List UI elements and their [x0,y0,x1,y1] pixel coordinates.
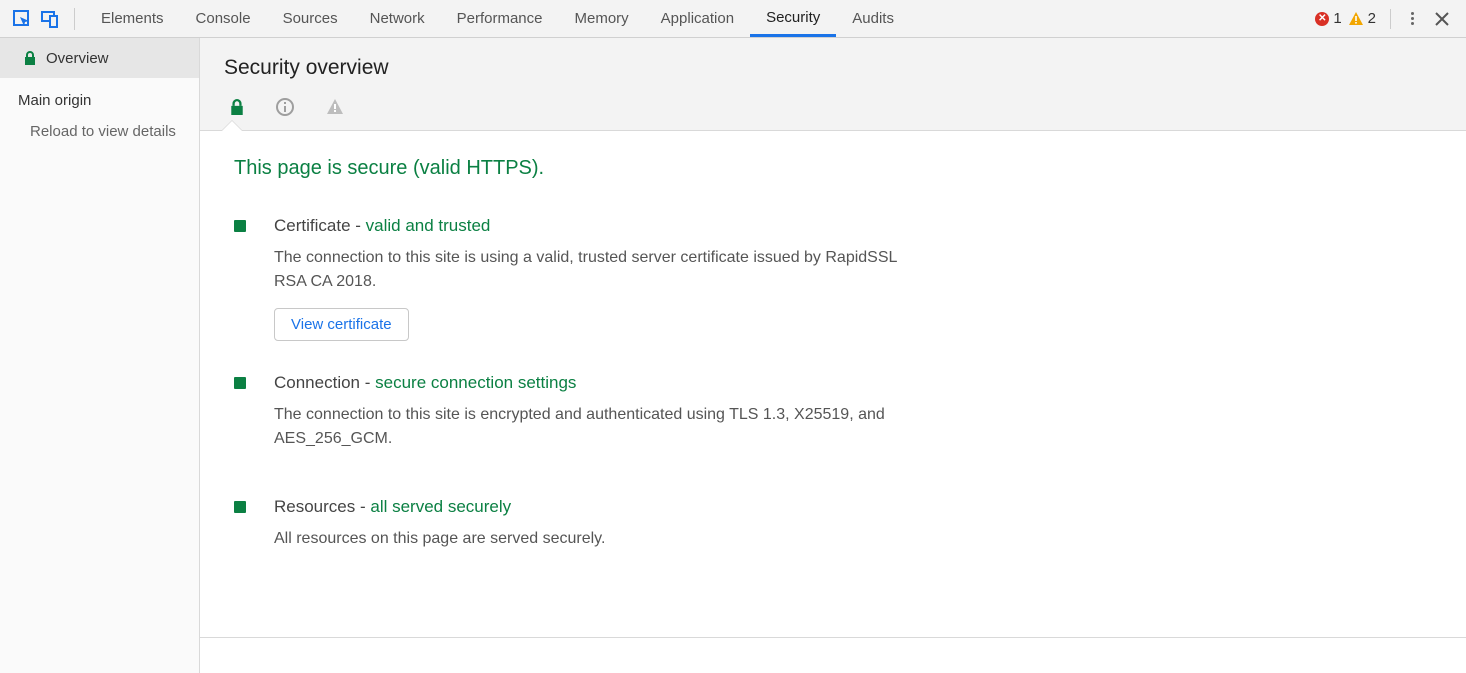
devtools-tabs: Elements Console Sources Network Perform… [85,0,910,37]
section-resources-desc: All resources on this page are served se… [274,527,914,551]
section-resources-heading: Resources - all served securely [274,497,914,517]
tab-audits[interactable]: Audits [836,0,910,37]
tab-elements[interactable]: Elements [85,0,180,37]
security-state-warning-icon[interactable] [326,98,344,116]
tab-application[interactable]: Application [645,0,750,37]
section-connection-desc: The connection to this site is encrypted… [274,403,914,451]
separator [74,8,75,30]
section-certificate-heading: Certificate - valid and trusted [274,216,914,236]
status-square-icon [234,220,246,232]
section-connection-heading: Connection - secure connection settings [274,373,914,393]
status-square-icon [234,501,246,513]
lock-icon [24,51,36,65]
status-square-icon [234,377,246,389]
section-resources: Resources - all served securely All reso… [234,497,914,565]
error-counter[interactable]: ✕ 1 [1315,10,1341,27]
inspect-element-icon[interactable] [8,5,36,33]
footer-divider [200,637,1466,673]
warning-count: 2 [1368,10,1376,27]
sidebar-overview-label: Overview [46,50,109,67]
security-state-secure-icon[interactable] [230,99,244,115]
error-count: 1 [1333,10,1341,27]
tab-sources[interactable]: Sources [267,0,354,37]
warning-counter[interactable]: 2 [1348,10,1376,27]
device-toolbar-icon[interactable] [36,5,64,33]
close-devtools-icon[interactable] [1426,7,1458,31]
settings-menu-icon[interactable] [1405,6,1420,31]
devtools-tabstrip: Elements Console Sources Network Perform… [0,0,1466,38]
warning-icon [1348,11,1364,27]
secure-summary: This page is secure (valid HTTPS). [234,157,1442,180]
active-state-pointer [222,121,242,131]
section-connection: Connection - secure connection settings … [234,373,914,465]
section-certificate-desc: The connection to this site is using a v… [274,246,914,294]
view-certificate-button[interactable]: View certificate [274,308,409,341]
tab-security[interactable]: Security [750,0,836,37]
separator [1390,9,1391,29]
tab-performance[interactable]: Performance [441,0,559,37]
tab-network[interactable]: Network [354,0,441,37]
security-sidebar: Overview Main origin Reload to view deta… [0,38,200,673]
section-certificate: Certificate - valid and trusted The conn… [234,216,914,341]
security-state-info-icon[interactable] [276,98,294,116]
sidebar-reload-hint: Reload to view details [0,113,199,144]
security-main-panel: Security overview This page is secure (v… [200,38,1466,673]
sidebar-item-overview[interactable]: Overview [0,38,199,78]
tab-console[interactable]: Console [180,0,267,37]
error-icon: ✕ [1315,12,1329,26]
tab-memory[interactable]: Memory [559,0,645,37]
sidebar-main-origin-heading: Main origin [0,78,199,113]
page-title: Security overview [224,56,1442,80]
